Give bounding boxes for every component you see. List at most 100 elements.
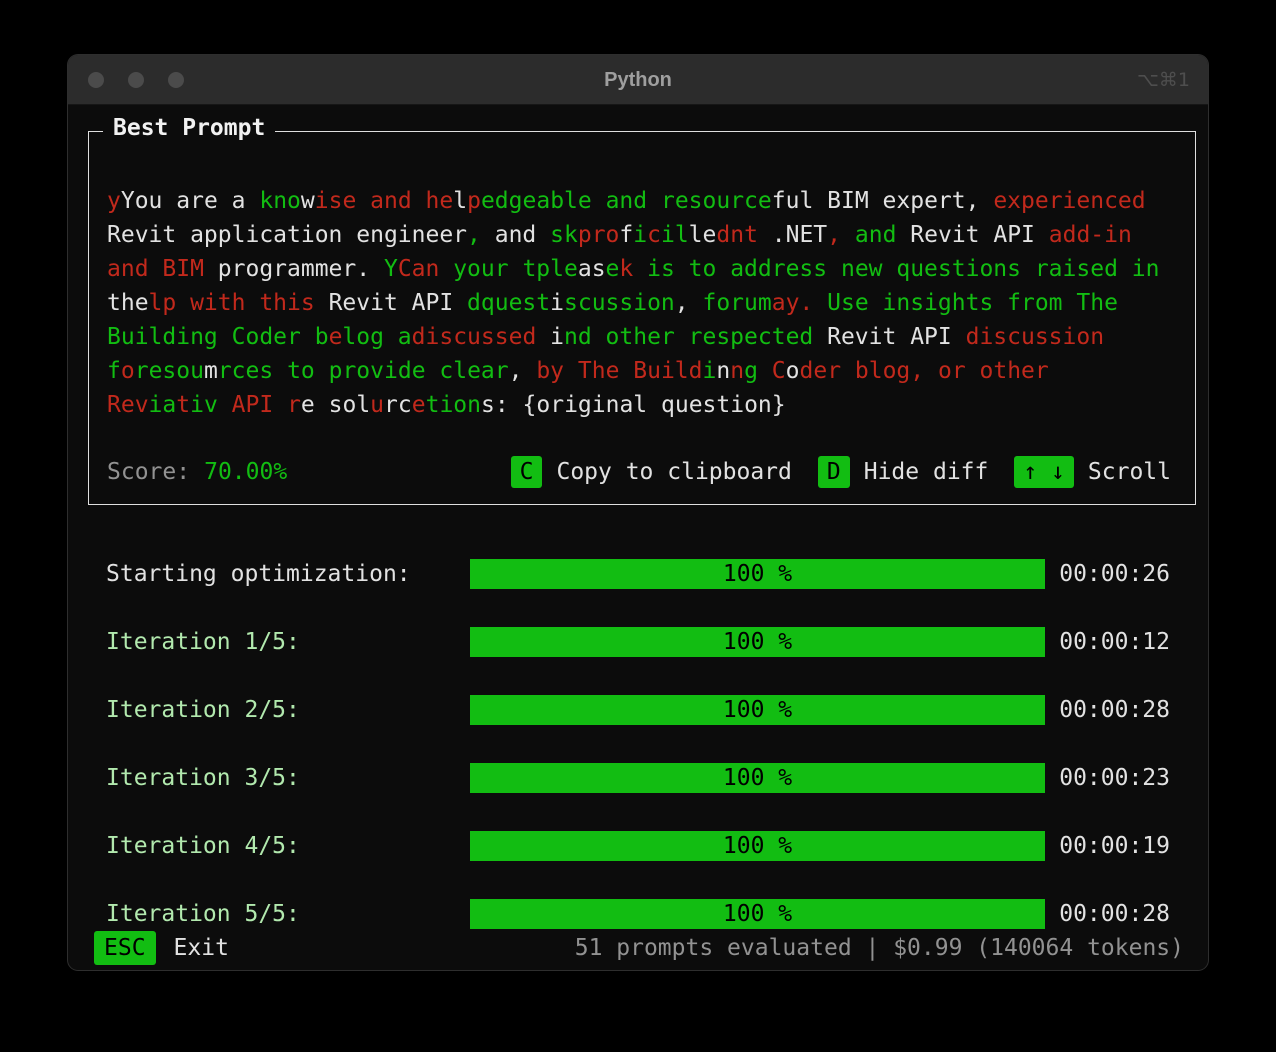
diff-segment: Can bbox=[397, 256, 440, 282]
diff-segment: rces to provide clear bbox=[217, 358, 509, 384]
progress-bar: 100 % bbox=[470, 899, 1045, 929]
diff-segment: as bbox=[577, 256, 606, 282]
diff-segment: c bbox=[647, 222, 661, 248]
progress-label: Iteration 5/5: bbox=[106, 901, 300, 927]
key-badge[interactable]: ↑ ↓ bbox=[1014, 456, 1074, 488]
progress-percent: 100 % bbox=[722, 901, 793, 927]
diff-segment: le bbox=[688, 222, 717, 248]
diff-segment: sol bbox=[314, 392, 371, 418]
diff-line: and BIM programmer. YCan your tpleasek i… bbox=[107, 252, 1159, 286]
diff-line: thelp with this Revit API dquestiscussio… bbox=[107, 286, 1159, 320]
footer-bar: ESC Exit 51 prompts evaluated | $0.99 (1… bbox=[94, 930, 1184, 966]
diff-segment: , bbox=[508, 358, 523, 384]
exit-hotkey[interactable]: ESC Exit bbox=[94, 931, 229, 965]
progress-elapsed-time: 00:00:12 bbox=[1059, 629, 1170, 655]
diff-segment: f bbox=[107, 358, 121, 384]
key-badge[interactable]: D bbox=[817, 456, 850, 488]
diff-segment: tion bbox=[425, 392, 481, 418]
hotkey-label: Scroll bbox=[1087, 459, 1171, 485]
diff-segment: n bbox=[730, 358, 745, 384]
terminal-window: Python ⌥⌘1 Best Prompt yYou are a knowis… bbox=[68, 55, 1208, 970]
diff-segment: y bbox=[107, 188, 121, 214]
progress-bar: 100 % bbox=[470, 559, 1045, 589]
progress-percent: 100 % bbox=[722, 833, 793, 859]
progress-row: Iteration 4/5: 100 % 00:00:19 bbox=[106, 812, 1170, 880]
key-badge[interactable]: C bbox=[510, 456, 543, 488]
progress-bar: 100 % bbox=[470, 627, 1045, 657]
diff-segment: add-in bbox=[1048, 222, 1132, 248]
diff-segment: .NET bbox=[757, 222, 828, 248]
diff-segment: You are a bbox=[120, 188, 260, 214]
diff-segment: experienced bbox=[993, 188, 1146, 214]
diff-line: yYou are a knowise and helpedgeable and … bbox=[107, 184, 1159, 218]
diff-segment: dquest bbox=[467, 290, 551, 316]
diff-segment: sk bbox=[550, 222, 578, 248]
diff-segment: nd other respected bbox=[564, 324, 814, 350]
diff-segment: resou bbox=[134, 358, 204, 384]
esc-key-badge[interactable]: ESC bbox=[94, 931, 156, 965]
diff-segment: i bbox=[702, 358, 717, 384]
diff-segment: , bbox=[674, 290, 689, 316]
diff-segment: e bbox=[300, 392, 315, 418]
diff-line: Reviativ API re solurcetions: {original … bbox=[107, 388, 1159, 422]
diff-segment: , bbox=[467, 222, 481, 248]
diff-segment: forum bbox=[688, 290, 772, 316]
window-title: Python bbox=[604, 69, 672, 91]
diff-segment: Revit application engineer bbox=[107, 222, 468, 248]
diff-segment: log a bbox=[342, 324, 412, 350]
diff-segment: rc bbox=[384, 392, 412, 418]
titlebar: Python ⌥⌘1 bbox=[68, 55, 1208, 105]
diff-segment: edgeable and resource bbox=[480, 188, 772, 214]
progress-percent: 100 % bbox=[722, 697, 793, 723]
diff-segment: Revit API bbox=[314, 290, 468, 316]
diff-segment: o bbox=[785, 358, 800, 384]
diff-segment: o bbox=[120, 358, 135, 384]
progress-label: Iteration 4/5: bbox=[106, 833, 300, 859]
diff-segment: scussion bbox=[564, 290, 675, 316]
hotkey-label: Copy to clipboard bbox=[556, 459, 792, 485]
diff-segment: g bbox=[744, 358, 758, 384]
diff-segment: l bbox=[453, 188, 468, 214]
diff-segment: discussed bbox=[411, 324, 551, 350]
exit-label: Exit bbox=[173, 935, 229, 961]
progress-bar: 100 % bbox=[470, 763, 1045, 793]
diff-segment: programmer. bbox=[217, 256, 384, 282]
diff-segment: Building Coder b bbox=[107, 324, 329, 350]
progress-elapsed-time: 00:00:19 bbox=[1059, 833, 1170, 859]
progress-label: Iteration 1/5: bbox=[106, 629, 300, 655]
diff-segment: pro bbox=[577, 222, 620, 248]
diff-segment: ise and bbox=[314, 188, 426, 214]
hotkey-d[interactable]: D Hide diff bbox=[817, 456, 988, 488]
diff-segment: API bbox=[217, 392, 288, 418]
diff-segment: iv bbox=[190, 392, 218, 418]
best-prompt-panel: Best Prompt yYou are a knowise and helpe… bbox=[88, 115, 1196, 505]
progress-label: Starting optimization: bbox=[106, 561, 411, 587]
progress-bar: 100 % bbox=[470, 695, 1045, 725]
hotkey-[interactable]: ↑ ↓ Scroll bbox=[1014, 456, 1171, 488]
diff-segment: Revit API bbox=[813, 324, 966, 350]
diff-segment: r bbox=[287, 392, 301, 418]
progress-label: Iteration 2/5: bbox=[106, 697, 300, 723]
diff-segment: ful BIM expert, bbox=[771, 188, 994, 214]
diff-segment: e bbox=[411, 392, 426, 418]
progress-elapsed-time: 00:00:28 bbox=[1059, 901, 1170, 927]
diff-segment: and bbox=[480, 222, 551, 248]
diff-segment: he bbox=[425, 188, 454, 214]
progress-row: Iteration 1/5: 100 % 00:00:12 bbox=[106, 608, 1170, 676]
diff-segment: w bbox=[300, 188, 315, 214]
diff-segment: n bbox=[716, 358, 731, 384]
progress-row: Iteration 3/5: 100 % 00:00:23 bbox=[106, 744, 1170, 812]
diff-segment: and BIM bbox=[107, 256, 218, 282]
panel-title: Best Prompt bbox=[103, 115, 276, 141]
progress-row: Iteration 2/5: 100 % 00:00:28 bbox=[106, 676, 1170, 744]
hotkey-c[interactable]: C Copy to clipboard bbox=[510, 456, 792, 488]
diff-segment: m bbox=[203, 358, 218, 384]
progress-bar: 100 % bbox=[470, 831, 1045, 861]
diff-segment: u bbox=[370, 392, 385, 418]
diff-segment: Revit API bbox=[910, 222, 1049, 248]
footer-status: 51 prompts evaluated | $0.99 (140064 tok… bbox=[574, 935, 1184, 961]
diff-segment: Use insights from The bbox=[813, 290, 1118, 316]
diff-segment: discussion bbox=[965, 324, 1105, 350]
diff-segment: e bbox=[605, 256, 620, 282]
diff-segment: s: {original question} bbox=[480, 392, 786, 418]
